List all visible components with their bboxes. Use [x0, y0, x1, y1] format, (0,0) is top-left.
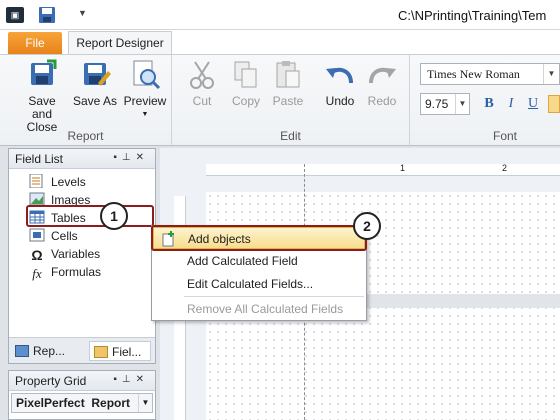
field-list-panel: Field List ▪⊥✕ Levels Images Tables Cell… — [8, 148, 156, 364]
copy-label: Copy — [231, 94, 260, 108]
field-list-tab-icon — [94, 346, 108, 358]
ribbon-group-edit-label: Edit — [280, 129, 301, 143]
save-as-icon — [84, 63, 111, 86]
ribbon-group-font-label: Font — [492, 129, 517, 143]
undo-label: Undo — [325, 94, 355, 108]
menu-item-label: Remove All Calculated Fields — [187, 302, 344, 316]
redo-icon — [369, 67, 396, 84]
field-list-bottom-tabs: Rep... Fiel... — [9, 337, 155, 363]
property-object-value: PixelPerfect Report — [16, 396, 131, 410]
ruler-mark: 2 — [502, 163, 508, 173]
ruler-mark: 1 — [400, 163, 406, 173]
preview-icon — [133, 60, 161, 90]
panel-controls: ▪⊥✕ — [113, 374, 149, 385]
highlight-tables — [26, 205, 154, 227]
tab-report-explorer-label: Rep... — [33, 344, 66, 358]
paste-button[interactable]: Paste — [268, 59, 308, 108]
tab-report-explorer[interactable]: Rep... — [15, 341, 79, 361]
save-as-button[interactable]: Save As — [70, 59, 120, 108]
tree-item-label: Variables — [51, 247, 101, 261]
ribbon: Save and Close Save As Preview ▼ Report — [0, 54, 560, 147]
ribbon-group-report: Save and Close Save As Preview ▼ Report — [0, 55, 172, 147]
tree-item-variables[interactable]: Ω Variables — [29, 245, 100, 263]
quick-access-dropdown-icon[interactable]: ▼ — [78, 8, 88, 20]
property-grid-panel: Property Grid ▪⊥✕ PixelPerfect Report ▼ — [8, 370, 156, 420]
panel-dock-icon[interactable]: ▪ — [113, 152, 122, 163]
tree-item-formulas[interactable]: fx Formulas — [29, 263, 101, 281]
levels-icon — [29, 174, 43, 188]
tree-item-label: Cells — [51, 229, 78, 243]
preview-dropdown-icon: ▼ — [141, 111, 149, 118]
undo-button[interactable]: Undo — [318, 59, 362, 108]
field-list-title: Field List — [15, 152, 64, 166]
menu-item-edit-calculated-fields[interactable]: Edit Calculated Fields... — [153, 273, 365, 295]
paste-icon — [276, 61, 300, 88]
align-left-button[interactable] — [548, 95, 560, 113]
cut-button[interactable]: Cut — [182, 59, 222, 108]
tab-report-designer[interactable]: Report Designer — [68, 31, 172, 55]
copy-button[interactable]: Copy — [224, 59, 268, 108]
ribbon-group-edit: Cut Copy Paste Undo Redo Edit — [172, 55, 410, 147]
menu-item-label: Add Calculated Field — [187, 254, 298, 268]
field-list-header: Field List ▪⊥✕ — [9, 149, 155, 169]
callout-2: 2 — [353, 212, 381, 240]
redo-label: Redo — [367, 94, 397, 108]
tree-item-cells[interactable]: Cells — [29, 227, 78, 245]
tab-file[interactable]: File — [8, 32, 62, 54]
app-icon[interactable]: ▣ — [6, 7, 24, 23]
font-size-select[interactable]: 9.75 ▼ — [420, 93, 470, 115]
images-icon — [29, 192, 45, 206]
menu-item-remove-all-calculated-fields: Remove All Calculated Fields — [153, 298, 365, 320]
tab-field-list[interactable]: Fiel... — [89, 341, 151, 361]
cut-label: Cut — [192, 94, 212, 108]
title-bar: ▣ ▼ C:\NPrinting\Training\Tem — [0, 0, 560, 30]
tree-item-label: Formulas — [51, 265, 102, 279]
preview-button[interactable]: Preview ▼ — [122, 59, 168, 121]
ruler-horizontal: 1 2 — [206, 163, 560, 176]
panel-pin-icon[interactable]: ⊥ — [122, 374, 136, 385]
report-explorer-icon — [15, 345, 29, 357]
property-grid-title: Property Grid — [15, 374, 87, 388]
panel-controls: ▪⊥✕ — [113, 152, 149, 163]
tree-item-label: Levels — [51, 175, 86, 189]
italic-button[interactable]: I — [502, 95, 520, 113]
quick-save-icon[interactable] — [38, 6, 56, 24]
menu-item-add-calculated-field[interactable]: Add Calculated Field — [153, 250, 365, 272]
font-name-value: Times New Roman — [427, 67, 520, 81]
preview-label: Preview — [123, 94, 167, 108]
save-as-label: Save As — [72, 94, 118, 108]
ribbon-tabs: File Report Designer — [0, 30, 560, 55]
cells-icon — [29, 228, 45, 242]
omega-icon: Ω — [31, 247, 43, 263]
font-size-value: 9.75 — [425, 97, 449, 111]
callout-1: 1 — [100, 202, 128, 230]
property-object-select[interactable]: PixelPerfect Report ▼ — [11, 393, 153, 413]
fx-icon: fx — [32, 266, 42, 281]
font-name-select[interactable]: Times New Roman ▼ — [420, 63, 560, 85]
font-size-dropdown-icon[interactable]: ▼ — [455, 94, 469, 114]
panel-close-icon[interactable]: ✕ — [136, 374, 149, 385]
font-name-dropdown-icon[interactable]: ▼ — [543, 64, 559, 84]
underline-button[interactable]: U — [524, 95, 542, 113]
ribbon-group-report-label: Report — [67, 129, 104, 143]
property-object-dropdown-icon[interactable]: ▼ — [138, 394, 152, 412]
panel-pin-icon[interactable]: ⊥ — [122, 152, 136, 163]
copy-icon — [234, 61, 257, 88]
tab-field-list-label: Fiel... — [112, 345, 142, 359]
paste-label: Paste — [272, 94, 304, 108]
scissors-icon — [190, 61, 214, 89]
redo-button[interactable]: Redo — [362, 59, 402, 108]
panel-dock-icon[interactable]: ▪ — [113, 374, 122, 385]
tree-item-levels[interactable]: Levels — [29, 173, 86, 191]
bold-button[interactable]: B — [480, 95, 498, 113]
undo-icon — [326, 67, 353, 84]
menu-separator — [184, 296, 364, 297]
menu-item-label: Edit Calculated Fields... — [187, 277, 314, 291]
window-title: C:\NPrinting\Training\Tem — [398, 8, 547, 23]
panel-close-icon[interactable]: ✕ — [136, 152, 149, 163]
highlight-add-objects — [151, 225, 367, 251]
save-and-close-button[interactable]: Save and Close — [12, 59, 72, 134]
save-close-icon — [31, 59, 57, 85]
property-grid-header: Property Grid ▪⊥✕ — [9, 371, 155, 391]
